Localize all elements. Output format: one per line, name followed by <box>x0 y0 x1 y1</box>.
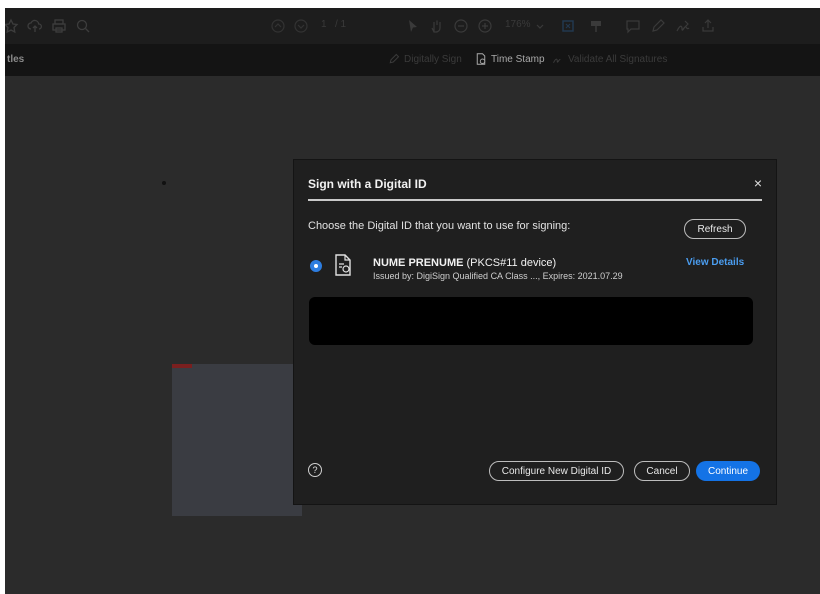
share-icon[interactable] <box>698 16 718 36</box>
page-total: / 1 <box>335 19 347 30</box>
document-dot <box>162 181 166 185</box>
zoom-in-icon[interactable] <box>475 16 495 36</box>
help-icon[interactable]: ? <box>308 463 322 477</box>
fit-page-icon[interactable] <box>558 16 578 36</box>
redacted-id-entry <box>309 297 753 345</box>
chevron-down-icon[interactable] <box>530 16 550 36</box>
validate-all-button[interactable]: Validate All Signatures <box>552 53 667 65</box>
page-down-icon[interactable] <box>291 16 311 36</box>
time-stamp-button[interactable]: Time Stamp <box>475 53 545 65</box>
digital-id-name[interactable]: NUME PRENUME (PKCS#11 device) <box>373 257 556 269</box>
choose-instructions: Choose the Digital ID that you want to u… <box>308 220 571 232</box>
time-stamp-label: Time Stamp <box>491 53 545 65</box>
pen-icon <box>389 53 400 64</box>
digitally-sign-label: Digitally Sign <box>404 53 462 65</box>
cancel-button[interactable]: Cancel <box>634 461 690 481</box>
signature-field[interactable] <box>172 364 302 516</box>
search-icon[interactable] <box>73 16 93 36</box>
select-cursor-icon[interactable] <box>403 16 423 36</box>
signature-toolbar: tles Digitally Sign Time Stamp Validate … <box>5 44 820 76</box>
dialog-title: Sign with a Digital ID <box>308 177 427 191</box>
certificate-icon <box>335 254 351 276</box>
zoom-level[interactable]: 176% <box>505 19 531 30</box>
hand-tool-icon[interactable] <box>427 16 447 36</box>
sign-icon[interactable] <box>673 16 693 36</box>
digital-id-type: (PKCS#11 device) <box>466 257 557 269</box>
top-toolbar: 1 / 1 176% <box>5 8 820 44</box>
validate-all-label: Validate All Signatures <box>568 53 668 65</box>
pen-icon[interactable] <box>648 16 668 36</box>
comment-icon[interactable] <box>623 16 643 36</box>
digitally-sign-button[interactable]: Digitally Sign <box>388 53 462 65</box>
view-details-link[interactable]: View Details <box>686 257 744 268</box>
sign-digital-id-dialog: Sign with a Digital ID × Choose the Digi… <box>294 160 776 504</box>
digital-id-radio[interactable] <box>310 260 322 272</box>
close-icon[interactable]: × <box>754 176 762 190</box>
page-up-icon[interactable] <box>268 16 288 36</box>
title-divider <box>308 199 762 201</box>
print-icon[interactable] <box>49 16 69 36</box>
digital-id-owner: NUME PRENUME <box>373 257 464 269</box>
continue-button[interactable]: Continue <box>696 461 760 481</box>
refresh-button[interactable]: Refresh <box>684 219 746 239</box>
signature-field-marker <box>172 364 192 368</box>
zoom-out-icon[interactable] <box>451 16 471 36</box>
cloud-upload-icon[interactable] <box>25 16 45 36</box>
document-clock-icon <box>476 53 486 65</box>
validate-icon <box>553 58 561 63</box>
configure-new-digital-id-button[interactable]: Configure New Digital ID <box>489 461 624 481</box>
scroll-mode-icon[interactable] <box>586 16 606 36</box>
page-number-input[interactable]: 1 <box>321 19 327 30</box>
panel-title: tles <box>7 54 25 65</box>
star-icon[interactable] <box>5 16 21 36</box>
digital-id-issuer: Issued by: DigiSign Qualified CA Class .… <box>373 271 623 281</box>
